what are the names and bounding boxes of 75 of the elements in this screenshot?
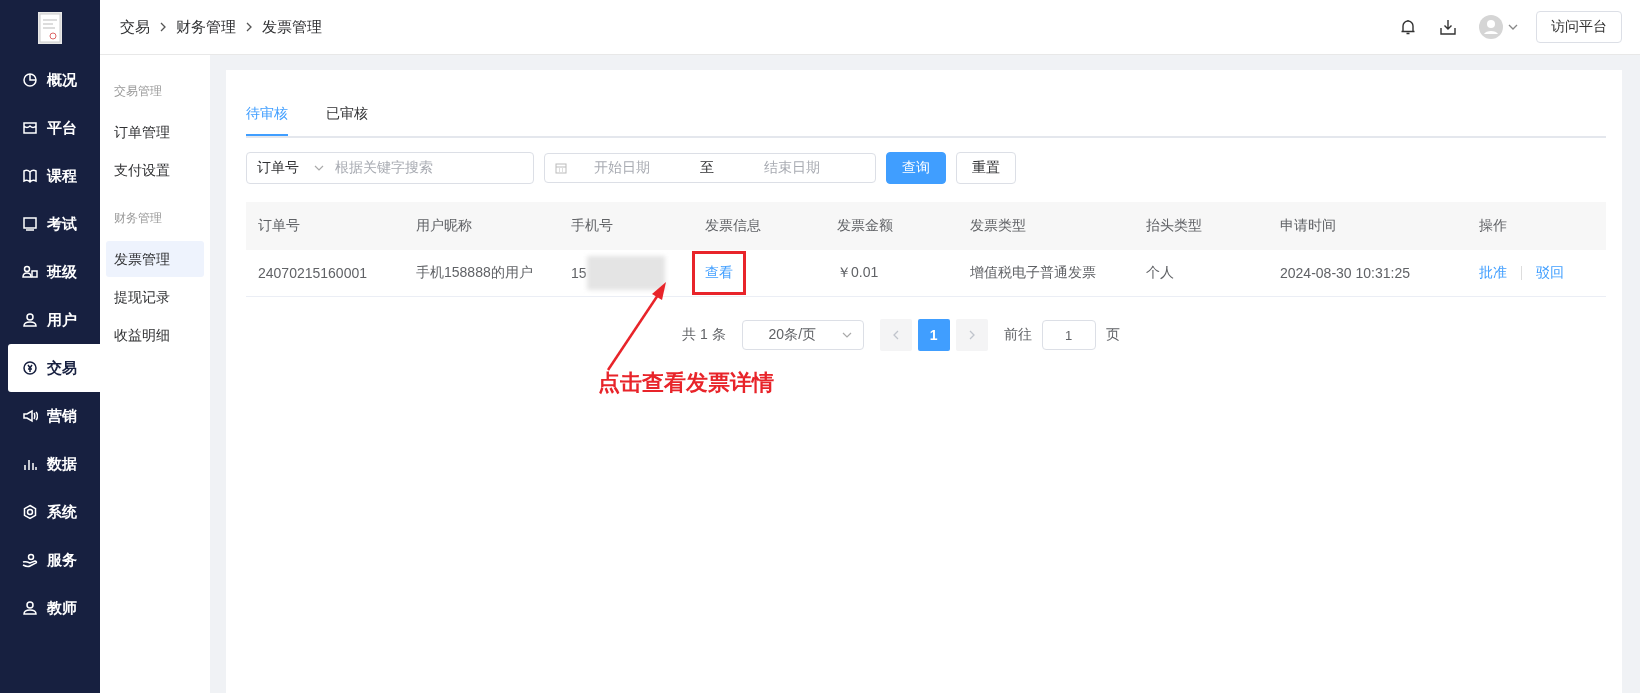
sidebar-item[interactable]: 服务 [0,536,100,584]
search-placeholder: 根据关键字搜索 [335,159,433,177]
nav-icon [22,120,38,136]
logo-icon [38,12,62,44]
search-field[interactable]: 订单号 根据关键字搜索 [246,152,534,184]
sub-nav-item[interactable]: 收益明细 [106,317,204,353]
nav-icon [22,216,38,232]
nav-icon [22,552,38,568]
total-count: 共 1 条 [682,326,726,344]
sidebar-item[interactable]: 教师 [0,584,100,632]
sidebar-item[interactable]: 系统 [0,488,100,536]
column-header: 发票信息 [705,217,762,235]
reset-button[interactable]: 重置 [956,152,1016,184]
prev-page-button[interactable] [879,319,912,351]
sidebar-item[interactable]: 课程 [0,152,100,200]
table-cell: 15 [571,265,587,281]
date-range-field[interactable]: 开始日期 至 结束日期 [544,153,876,183]
range-separator: 至 [699,159,715,177]
breadcrumb-item: 发票管理 [262,17,322,37]
sidebar-item[interactable]: 平台 [0,104,100,152]
sub-nav-item[interactable]: 提现记录 [106,279,204,315]
download-icon[interactable] [1439,18,1457,36]
chevron-icon [244,22,254,32]
search-type-select[interactable]: 订单号 [257,159,299,177]
sidebar-item[interactable]: 数据 [0,440,100,488]
column-header: 发票类型 [970,217,1027,235]
sidebar-item[interactable]: 班级 [0,248,100,296]
nav-icon [22,264,38,280]
sidebar-item[interactable]: 交易 [8,344,100,392]
chevron-icon [158,22,168,32]
column-header: 订单号 [258,217,301,235]
page-size-select[interactable]: 20条/页 [741,320,864,350]
sub-nav-item[interactable]: 支付设置 [106,152,204,188]
page-suffix: 页 [1105,326,1120,344]
sidebar-item[interactable]: 营销 [0,392,100,440]
column-header: 手机号 [571,217,614,235]
caret-icon[interactable] [1508,22,1518,32]
table-cell-text: 24070215160001 [258,265,368,281]
visit-platform-button[interactable]: 访问平台 [1536,11,1622,43]
start-date-placeholder: 开始日期 [593,159,651,177]
annotation-text: 点击查看发票详情 [598,369,774,397]
sidebar-item[interactable]: 用户 [0,296,100,344]
avatar-icon[interactable] [1479,15,1503,39]
breadcrumb-item[interactable]: 财务管理 [176,17,236,37]
sub-nav-item[interactable]: 订单管理 [106,114,204,150]
table-cell-text: 手机158888的用户 [416,264,534,282]
nav-icon [22,312,38,328]
nav-icon [22,504,38,520]
nav-icon [22,168,38,184]
sidebar-item[interactable]: 考试 [0,200,100,248]
column-header: 抬头类型 [1146,217,1203,235]
group-title: 交易管理 [113,83,163,100]
sidebar-item[interactable]: 概况 [0,56,100,104]
bell-icon[interactable] [1399,18,1417,36]
breadcrumb-item[interactable]: 交易 [120,17,150,37]
page-input[interactable]: 1 [1041,320,1096,350]
column-header: 用户昵称 [416,217,473,235]
column-header: 操作 [1479,217,1508,235]
group-title: 财务管理 [113,210,163,227]
column-header: 申请时间 [1280,217,1337,235]
next-page-button[interactable] [955,319,988,351]
nav-icon [22,72,38,88]
calendar-icon [555,162,567,174]
table-cell-text: 增值税电子普通发票 [970,264,1097,282]
tab[interactable]: 已审核 [326,98,368,136]
table-cell-text: 个人 [1146,264,1175,282]
nav-icon [22,408,38,424]
sub-nav-item[interactable]: 发票管理 [106,241,204,277]
table-cell-text: 2024-08-30 10:31:25 [1280,265,1411,281]
goto-label: 前往 [1003,326,1032,344]
end-date-placeholder: 结束日期 [763,159,821,177]
nav-icon [22,600,38,616]
table-cell-text: ￥0.01 [837,264,880,282]
nav-icon [22,360,38,376]
column-header: 发票金额 [837,217,894,235]
